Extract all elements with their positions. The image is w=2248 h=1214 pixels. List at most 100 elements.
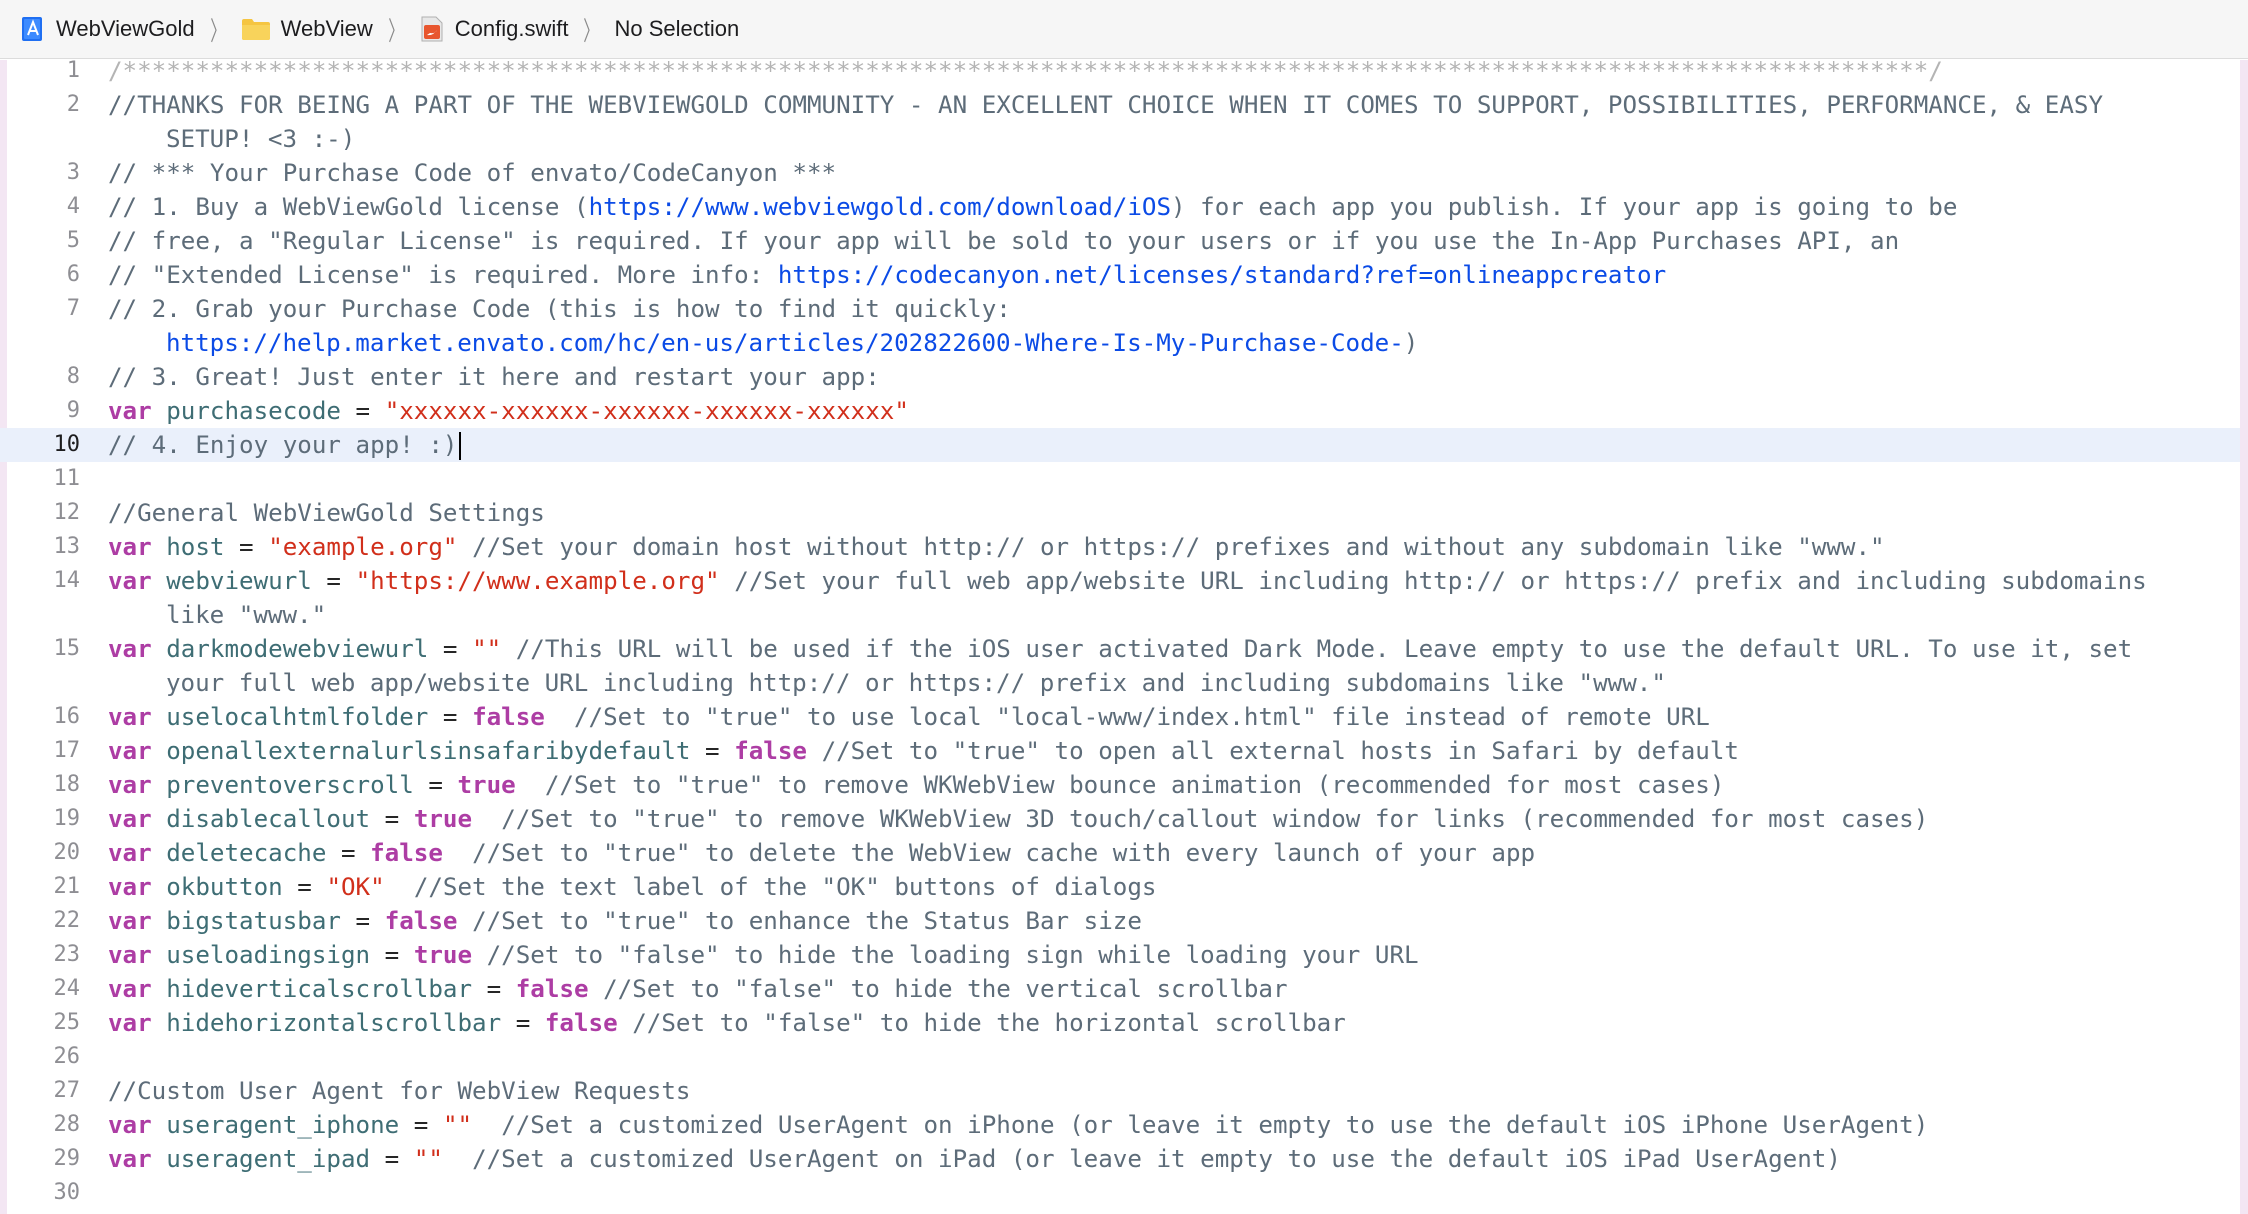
code-line[interactable]: 5 // free, a "Regular License" is require… [0,224,2240,258]
code-line[interactable]: 21 var okbutton = "OK" //Set the text lab… [0,870,2240,904]
code-line[interactable]: 10 // 4. Enjoy your app! :) [0,428,2240,462]
line-number: 8 [66,364,80,389]
line-number: 25 [53,1010,81,1035]
code-token: = [370,1145,414,1173]
keyword-token: var [108,941,152,969]
code-editor[interactable]: 1 /**************************************… [0,60,2248,1214]
code-line[interactable]: 23 var useloadingsign = true //Set to "fa… [0,938,2240,972]
code-line-content: //THANKS FOR BEING A PART OF THE WEBVIEW… [108,91,2103,119]
code-line[interactable]: 22 var bigstatusbar = false //Set to "tru… [0,904,2240,938]
url-link[interactable]: https://help.market.envato.com/hc/en-us/… [166,329,1404,357]
breadcrumb-selection[interactable]: No Selection [615,16,740,42]
code-line[interactable]: 2 //THANKS FOR BEING A PART OF THE WEBVIE… [0,88,2240,156]
code-line[interactable]: 7 // 2. Grab your Purchase Code (this is … [0,292,2240,360]
code-line[interactable]: 24 var hideverticalscrollbar = false //Se… [0,972,2240,1006]
code-line[interactable]: 27 //Custom User Agent for WebView Reques… [0,1074,2240,1108]
line-number: 23 [53,942,81,967]
code-line[interactable]: 15 var darkmodewebviewurl = "" //This URL… [0,632,2240,700]
code-line-content: // "Extended License" is required. More … [108,261,1666,289]
code-text: //Custom User Agent for WebView Requests [108,1074,2208,1108]
url-link[interactable]: https://www.webviewgold.com/download/iOS [589,193,1171,221]
code-line[interactable]: 4 // 1. Buy a WebViewGold license (https:… [0,190,2240,224]
keyword-token: var [108,567,152,595]
code-text: var preventoverscroll = true //Set to "t… [108,768,2208,802]
code-token: = [341,907,385,935]
code-token: = [413,771,458,799]
code-line[interactable]: 3 // *** Your Purchase Code of envato/Cod… [0,156,2240,190]
wrapped-line-continuation: like "www." [108,598,2208,632]
code-line-content: var hideverticalscrollbar = false //Set … [108,975,1288,1003]
breadcrumb-file[interactable]: Config.swift [419,16,568,42]
code-line-content: // 2. Grab your Purchase Code (this is h… [108,295,1011,323]
code-line[interactable]: 9 var purchasecode = "xxxxxx-xxxxxx-xxxxx… [0,394,2240,428]
identifier-token: okbutton [166,873,283,901]
code-token: = [370,805,414,833]
code-text: var okbutton = "OK" //Set the text label… [108,870,2208,904]
comment-token: your full web app/website URL including … [166,669,1666,697]
keyword-token: false [384,907,458,935]
code-line[interactable]: 12 //General WebViewGold Settings [0,496,2240,530]
keyword-token: false [544,1009,618,1037]
code-text: var useragent_ipad = "" //Set a customiz… [108,1142,2208,1176]
code-line-content: // free, a "Regular License" is required… [108,227,1899,255]
code-line[interactable]: 13 var host = "example.org" //Set your do… [0,530,2240,564]
breadcrumb-project[interactable]: WebViewGold [20,16,195,42]
keyword-token: var [108,805,152,833]
url-link[interactable]: https://codecanyon.net/licenses/standard… [778,261,1666,289]
keyword-token: false [472,703,545,731]
line-number: 16 [53,704,81,729]
identifier-token: hidehorizontalscrollbar [166,1009,502,1037]
code-token: = [311,567,356,595]
line-number: 19 [53,806,81,831]
line-number: 26 [53,1044,81,1069]
code-text: var hideverticalscrollbar = false //Set … [108,972,2208,1006]
code-line-content: var useragent_ipad = "" //Set a customiz… [108,1145,1841,1173]
line-number: 20 [53,840,81,865]
code-line[interactable]: 8 // 3. Great! Just enter it here and res… [0,360,2240,394]
wrapped-line-continuation: https://help.market.envato.com/hc/en-us/… [108,326,2208,360]
code-line[interactable]: 25 var hidehorizontalscrollbar = false //… [0,1006,2240,1040]
code-line[interactable]: 17 var openallexternalurlsinsafaribydefau… [0,734,2240,768]
code-line[interactable]: 14 var webviewurl = "https://www.example.… [0,564,2240,632]
folder-icon [241,19,270,40]
identifier-token: uselocalhtmlfolder [166,703,429,731]
code-text: // 2. Grab your Purchase Code (this is h… [108,292,2208,360]
keyword-token: var [108,703,152,731]
code-line[interactable]: 19 var disablecallout = true //Set to "tr… [0,802,2240,836]
code-line[interactable]: 28 var useragent_iphone = "" //Set a cust… [0,1108,2240,1142]
code-line[interactable]: 18 var preventoverscroll = true //Set to … [0,768,2240,802]
breadcrumb-group[interactable]: WebView [241,16,373,42]
line-number: 30 [53,1180,81,1205]
keyword-token: true [413,805,473,833]
code-line[interactable]: 6 // "Extended License" is required. More… [0,258,2240,292]
code-token: = [428,703,473,731]
keyword-token: var [108,533,152,561]
code-line[interactable]: 26 [0,1040,2240,1074]
breadcrumb-separator: 〉 [387,15,404,46]
code-line[interactable]: 16 var uselocalhtmlfolder = false //Set t… [0,700,2240,734]
line-number: 10 [53,432,81,457]
code-line[interactable]: 29 var useragent_ipad = "" //Set a custom… [0,1142,2240,1176]
wrapped-line-continuation: your full web app/website URL including … [108,666,2208,700]
code-text: // *** Your Purchase Code of envato/Code… [108,156,2208,190]
comment-token: //Custom User Agent for WebView Requests [108,1077,691,1105]
code-line[interactable]: 11 [0,462,2240,496]
code-line[interactable]: 1 /**************************************… [0,60,2240,88]
line-number: 28 [53,1112,81,1137]
code-text: var disablecallout = true //Set to "true… [108,802,2208,836]
comment-token: //Set to "true" to remove WKWebView 3D t… [501,805,1929,833]
identifier-token: useragent_iphone [166,1111,400,1139]
code-line[interactable]: 30 [0,1176,2240,1210]
code-line[interactable]: 20 var deletecache = false //Set to "true… [0,836,2240,870]
code-text: var useloadingsign = true //Set to "fals… [108,938,2208,972]
editor-right-border [2240,60,2248,1214]
code-line-content: // 1. Buy a WebViewGold license (https:/… [108,193,1957,221]
